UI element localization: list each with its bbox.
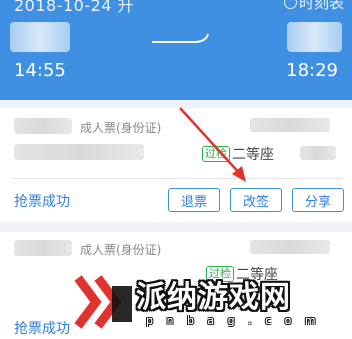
watermark-text: 派纳游戏网 [136,280,291,315]
seat-number-redacted [250,118,330,132]
watermark-url: p n b a g . c o m [146,314,321,327]
ticket-type: 成人票(身份证) [80,243,162,257]
departure-station-redacted [10,22,70,52]
arrival-station-redacted [287,22,342,52]
price-redacted [300,146,336,160]
annotation-arrow-icon [179,107,246,182]
change-ticket-button[interactable]: 改签 [230,188,282,212]
section-gap [0,222,352,232]
departure-time: 14:55 [14,60,66,81]
passenger-name-redacted [14,118,72,134]
arrival-time: 18:29 [286,60,338,81]
ticket-type: 成人票(身份证) [80,121,162,135]
trip-header: 2018-10-24 升 时刻表 14:55 18:29 [0,0,352,100]
trip-date: 2018-10-24 升 [14,0,135,15]
timetable-label: 时刻表 [298,0,344,12]
seat-number-redacted [250,240,330,254]
clock-icon [283,0,297,9]
watermark-logo-icon [74,275,132,329]
ticket-status: 抢票成功 [14,321,70,337]
train-route-icon [152,33,209,43]
ticket-status: 抢票成功 [14,194,70,210]
id-number-redacted [14,144,144,160]
timetable-link[interactable]: 时刻表 [283,0,344,13]
share-button[interactable]: 分享 [292,188,344,212]
passenger-name-redacted [14,240,72,256]
refund-button[interactable]: 退票 [168,188,220,212]
